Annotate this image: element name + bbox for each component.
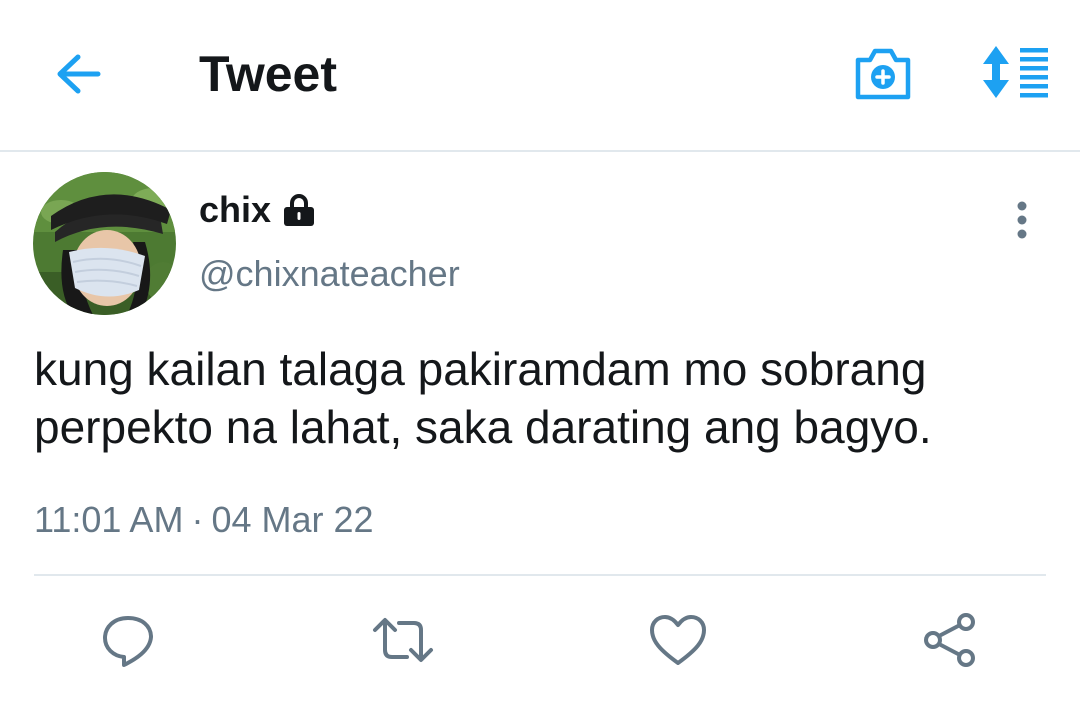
like-button[interactable]: [646, 608, 710, 672]
header-divider: [0, 150, 1080, 152]
tweet-timestamp: 11:01 AM · 04 Mar 22: [34, 496, 374, 544]
like-icon: [650, 615, 706, 665]
share-button[interactable]: [918, 608, 982, 672]
avatar[interactable]: [33, 172, 176, 315]
back-button[interactable]: [50, 50, 106, 98]
reply-icon: [103, 616, 153, 667]
reply-button[interactable]: [96, 608, 160, 672]
arrow-left-icon: [57, 54, 101, 94]
app-header: Tweet: [0, 0, 1080, 150]
tweet-time: 11:01 AM: [34, 499, 184, 540]
more-options-button[interactable]: [1000, 196, 1044, 244]
retweet-icon: [373, 618, 433, 662]
more-vertical-icon: [1017, 201, 1027, 239]
sort-lines-icon: [983, 46, 1048, 98]
meta-separator: ·: [191, 499, 204, 540]
tweet-text: kung kailan talaga pakiramdam mo sobrang…: [34, 343, 932, 453]
lock-icon: [284, 194, 315, 226]
camera-add-icon: [855, 48, 911, 100]
user-handle[interactable]: @chixnateacher: [199, 252, 460, 296]
share-icon: [924, 613, 975, 667]
author-row: chix: [199, 188, 317, 232]
sort-button[interactable]: [978, 44, 1050, 100]
retweet-button[interactable]: [371, 608, 435, 672]
display-name[interactable]: chix: [199, 188, 271, 232]
actions-divider: [34, 574, 1046, 576]
tweet-date: 04 Mar 22: [211, 499, 374, 540]
camera-button[interactable]: [852, 44, 914, 102]
page-title: Tweet: [199, 46, 337, 102]
